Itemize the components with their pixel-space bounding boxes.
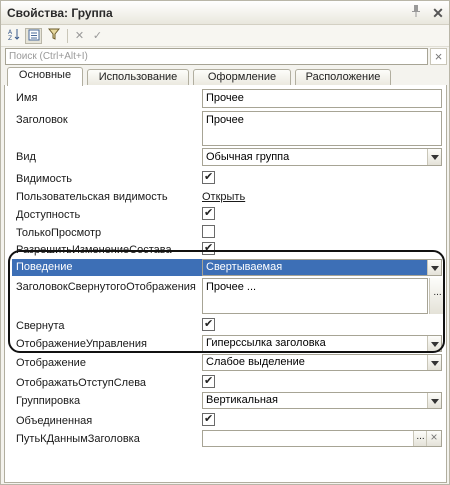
property-label: Группировка	[16, 395, 81, 407]
tab-appearance[interactable]: Оформление	[193, 69, 291, 85]
property-row-kind: Вид Обычная группа	[5, 148, 448, 168]
property-label: ОтображениеУправления	[16, 338, 147, 350]
tab-layout[interactable]: Расположение	[295, 69, 391, 85]
check-icon[interactable]: ✓	[89, 28, 106, 44]
clear-search-button[interactable]: ×	[430, 48, 447, 65]
readonly-checkbox[interactable]	[202, 225, 215, 238]
filter-icon[interactable]	[45, 28, 62, 44]
property-label: Свернута	[16, 320, 65, 332]
edit-collapsed-title-button[interactable]: ...	[429, 278, 445, 314]
chevron-down-icon[interactable]	[427, 393, 441, 408]
property-label: ОтображатьОтступСлева	[16, 377, 147, 389]
chevron-down-icon[interactable]	[427, 149, 441, 165]
pin-icon[interactable]	[408, 5, 424, 21]
properties-panel: Имя Прочее Заголовок Прочее Вид Обычная …	[4, 85, 447, 483]
chevron-down-icon[interactable]	[427, 355, 441, 370]
united-checkbox[interactable]	[202, 412, 215, 426]
properties-window: Свойства: Группа ✕ AZ ✕ ✓ Поиск (Ctrl+Al…	[0, 0, 450, 485]
property-label: Доступность	[16, 209, 81, 221]
toolbar: AZ ✕ ✓	[1, 25, 449, 47]
property-row-grouping: Группировка Вертикальная	[5, 392, 448, 410]
grouping-select[interactable]: Вертикальная	[202, 392, 442, 409]
clear-data-path-icon[interactable]: ×	[426, 431, 441, 446]
property-row-control-repr: ОтображениеУправления Гиперссылка заголо…	[5, 335, 448, 353]
enabled-checkbox[interactable]	[202, 206, 215, 220]
tab-bar: Основные Использование Оформление Распол…	[1, 67, 449, 86]
control-repr-select[interactable]: Гиперссылка заголовка	[202, 335, 442, 352]
property-row-united: Объединенная	[5, 412, 448, 429]
name-field[interactable]: Прочее	[202, 89, 442, 108]
toolbar-separator	[67, 29, 68, 43]
svg-text:Z: Z	[8, 35, 12, 40]
property-label: Пользовательская видимость	[16, 191, 168, 203]
property-row-title-data-path: ПутьКДаннымЗаголовка ... ×	[5, 430, 448, 448]
delete-icon[interactable]: ✕	[71, 28, 88, 44]
property-row-name: Имя Прочее	[5, 89, 448, 109]
property-label: Видимость	[16, 173, 72, 185]
property-row-collapsed-title: ЗаголовокСвернутогоОтображения Прочее ..…	[5, 278, 448, 316]
representation-select[interactable]: Слабое выделение	[202, 354, 442, 371]
property-label: Имя	[16, 92, 38, 104]
property-row-collapsed: Свернута	[5, 317, 448, 334]
collapsed-checkbox[interactable]	[202, 317, 215, 331]
property-label: РазрешитьИзменениеСостава	[16, 244, 172, 256]
property-label: Вид	[16, 151, 36, 163]
behavior-value: Свертываемая	[206, 261, 283, 273]
chevron-down-icon[interactable]	[427, 260, 441, 275]
collapsed-title-field[interactable]: Прочее ...	[202, 278, 428, 314]
property-row-representation: Отображение Слабое выделение	[5, 354, 448, 372]
allow-change-checkbox[interactable]	[202, 241, 215, 255]
property-row-enabled: Доступность	[5, 206, 448, 223]
property-row-show-left-margin: ОтображатьОтступСлева	[5, 374, 448, 391]
title-field[interactable]: Прочее	[202, 111, 442, 146]
visibility-checkbox[interactable]	[202, 170, 215, 184]
title-bar: Свойства: Группа ✕	[1, 1, 449, 25]
behavior-select[interactable]: Свертываемая	[202, 259, 442, 276]
property-row-behavior: Поведение Свертываемая	[5, 259, 448, 276]
tab-main[interactable]: Основные	[7, 67, 83, 86]
open-link[interactable]: Открыть	[202, 191, 245, 203]
title-data-path-field[interactable]: ... ×	[202, 430, 442, 447]
property-label: Поведение	[12, 259, 202, 276]
property-label: Объединенная	[16, 415, 93, 427]
search-input[interactable]: Поиск (Ctrl+Alt+I)	[5, 48, 428, 65]
property-row-visibility: Видимость	[5, 170, 448, 187]
kind-select[interactable]: Обычная группа	[202, 148, 442, 166]
property-row-readonly: ТолькоПросмотр	[5, 224, 448, 241]
property-label: Заголовок	[16, 114, 68, 126]
categories-icon[interactable]	[25, 28, 42, 44]
sort-alphabetical-icon[interactable]: AZ	[5, 28, 22, 44]
close-icon[interactable]: ✕	[430, 5, 446, 21]
show-left-margin-checkbox[interactable]	[202, 374, 215, 388]
property-label: ЗаголовокСвернутогоОтображения	[16, 281, 196, 293]
grouping-value: Вертикальная	[206, 394, 278, 406]
property-row-title: Заголовок Прочее	[5, 111, 448, 147]
property-row-user-visibility: Пользовательская видимость Открыть	[5, 188, 448, 205]
control-repr-value: Гиперссылка заголовка	[206, 337, 326, 349]
chevron-down-icon[interactable]	[427, 336, 441, 351]
window-title: Свойства: Группа	[7, 6, 113, 20]
representation-value: Слабое выделение	[206, 356, 305, 368]
choose-data-path-button[interactable]: ...	[413, 431, 427, 446]
property-label: ПутьКДаннымЗаголовка	[16, 433, 140, 445]
tab-usage[interactable]: Использование	[87, 69, 189, 85]
property-label: Отображение	[16, 357, 86, 369]
property-label: ТолькоПросмотр	[16, 227, 102, 239]
kind-value: Обычная группа	[206, 151, 290, 163]
property-row-allow-change: РазрешитьИзменениеСостава	[5, 241, 448, 258]
